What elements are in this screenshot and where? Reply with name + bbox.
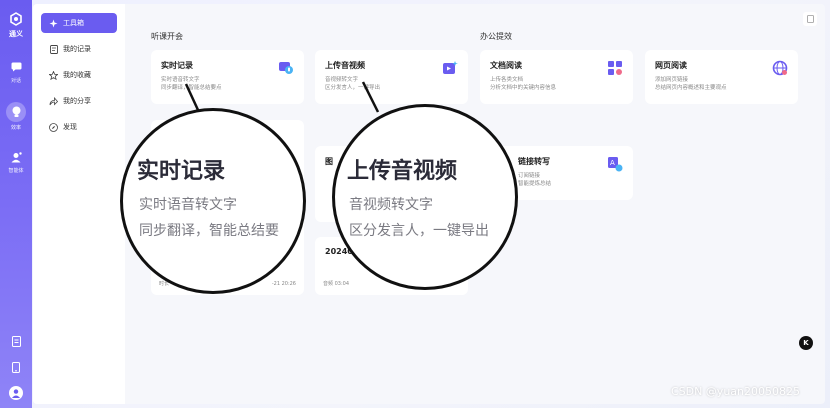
card-desc: 区分发言人，一键导出 (325, 85, 381, 91)
corner-doc-button[interactable] (803, 12, 817, 26)
card-realtime-record[interactable]: 实时记录 实时语音转文字 同步翻译，智能总结要点 (151, 50, 304, 104)
recording-meta: 音频 03:04 (323, 281, 349, 287)
share-icon (49, 96, 58, 106)
magnified-desc: 实时语音转文字 (139, 197, 237, 213)
sidebar-item-shares[interactable]: 我的分享 (41, 91, 117, 111)
magnified-title: 上传音视频 (347, 159, 458, 184)
logo-label: 通义 (9, 30, 23, 38)
sidebar-item-label: 我的记录 (63, 45, 91, 53)
magnifier-realtime-record: 实时记录 实时语音转文字 同步翻译，智能总结要 (120, 108, 306, 294)
mic-icon (278, 60, 294, 76)
document-icon[interactable] (9, 334, 23, 348)
card-title: 文档阅读 (490, 61, 522, 70)
card-desc: 实时语音转文字 (161, 77, 200, 83)
sidebar-item-label: 我的分享 (63, 97, 91, 105)
record-icon (49, 44, 58, 54)
upload-video-icon (442, 60, 458, 76)
magnified-desc: 区分发言人，一键导出 (349, 223, 489, 239)
card-desc: 总结网页内容概述和主要观点 (655, 85, 727, 91)
chat-icon (8, 59, 24, 75)
section-title-office: 办公提效 (480, 32, 512, 41)
app-rail: 通义 对话 效率 智能体 (0, 0, 32, 408)
card-desc: 音视频转文字 (325, 77, 359, 83)
rail-item-label: 智能体 (8, 168, 24, 174)
compass-icon (49, 122, 58, 132)
star-icon (49, 70, 58, 80)
section-title-meeting: 听课开会 (151, 32, 183, 41)
user-avatar-icon[interactable] (9, 386, 23, 400)
magnified-title: 实时记录 (137, 159, 226, 184)
toolbox-icon (49, 19, 58, 28)
sidebar-item-toolbox[interactable]: 工具箱 (41, 13, 117, 33)
sidebar-item-records[interactable]: 我的记录 (41, 39, 117, 59)
card-web-reading[interactable]: 网页阅读 添加网页链接 总结网页内容概述和主要观点 (645, 50, 798, 104)
doc-grid-icon (607, 60, 623, 76)
card-title: 网页阅读 (655, 61, 687, 70)
recording-date: -21 20:26 (271, 281, 296, 287)
card-upload-media[interactable]: 上传音视频 音视频转文字 区分发言人，一键导出 (315, 50, 468, 104)
card-desc: 同步翻译，智能总结要点 (161, 85, 222, 91)
sidebar-item-label: 工具箱 (63, 19, 84, 27)
csdn-watermark: CSDN @yuan20050825 (670, 385, 800, 398)
rail-item-agent[interactable]: 智能体 (0, 149, 32, 174)
card-desc: 上传各类文档 (490, 77, 524, 83)
rail-item-label: 对话 (10, 78, 21, 84)
sidebar-item-favorites[interactable]: 我的收藏 (41, 65, 117, 85)
card-doc-reading[interactable]: 文档阅读 上传各类文档 分析文档中的关键内容信息 (480, 50, 633, 104)
card-desc: 分析文档中的关键内容信息 (490, 85, 557, 91)
sidebar-item-label: 发现 (63, 123, 77, 131)
rail-item-efficiency[interactable]: 效率 (0, 102, 32, 131)
rail-item-chat[interactable]: 对话 (0, 59, 32, 84)
magnified-desc: 音视频转文字 (349, 197, 433, 213)
rail-item-label: 效率 (10, 125, 21, 131)
magnifier-upload-media: 上传音视频 音视频转文字 区分发言人，一键导出 (332, 104, 518, 290)
card-title: 上传音视频 (325, 61, 365, 70)
magnified-desc: 同步翻译，智能总结要 (139, 223, 279, 239)
bulb-icon (6, 102, 26, 122)
floating-k-button[interactable]: K (799, 336, 813, 350)
globe-icon (772, 60, 788, 76)
card-desc: 添加网页链接 (655, 77, 689, 83)
sidebar-item-label: 我的收藏 (63, 71, 91, 79)
translate-icon: A (607, 156, 623, 172)
sidebar-item-discover[interactable]: 发现 (41, 117, 117, 137)
tongyi-logo-icon[interactable] (7, 10, 25, 28)
card-title: 实时记录 (161, 61, 193, 70)
rail-bottom (9, 334, 23, 400)
phone-icon[interactable] (9, 360, 23, 374)
svg-text:A: A (610, 159, 615, 167)
tool-sidebar: 工具箱 我的记录 我的收藏 我的分享 发现 (33, 4, 125, 404)
agent-icon (8, 149, 24, 165)
